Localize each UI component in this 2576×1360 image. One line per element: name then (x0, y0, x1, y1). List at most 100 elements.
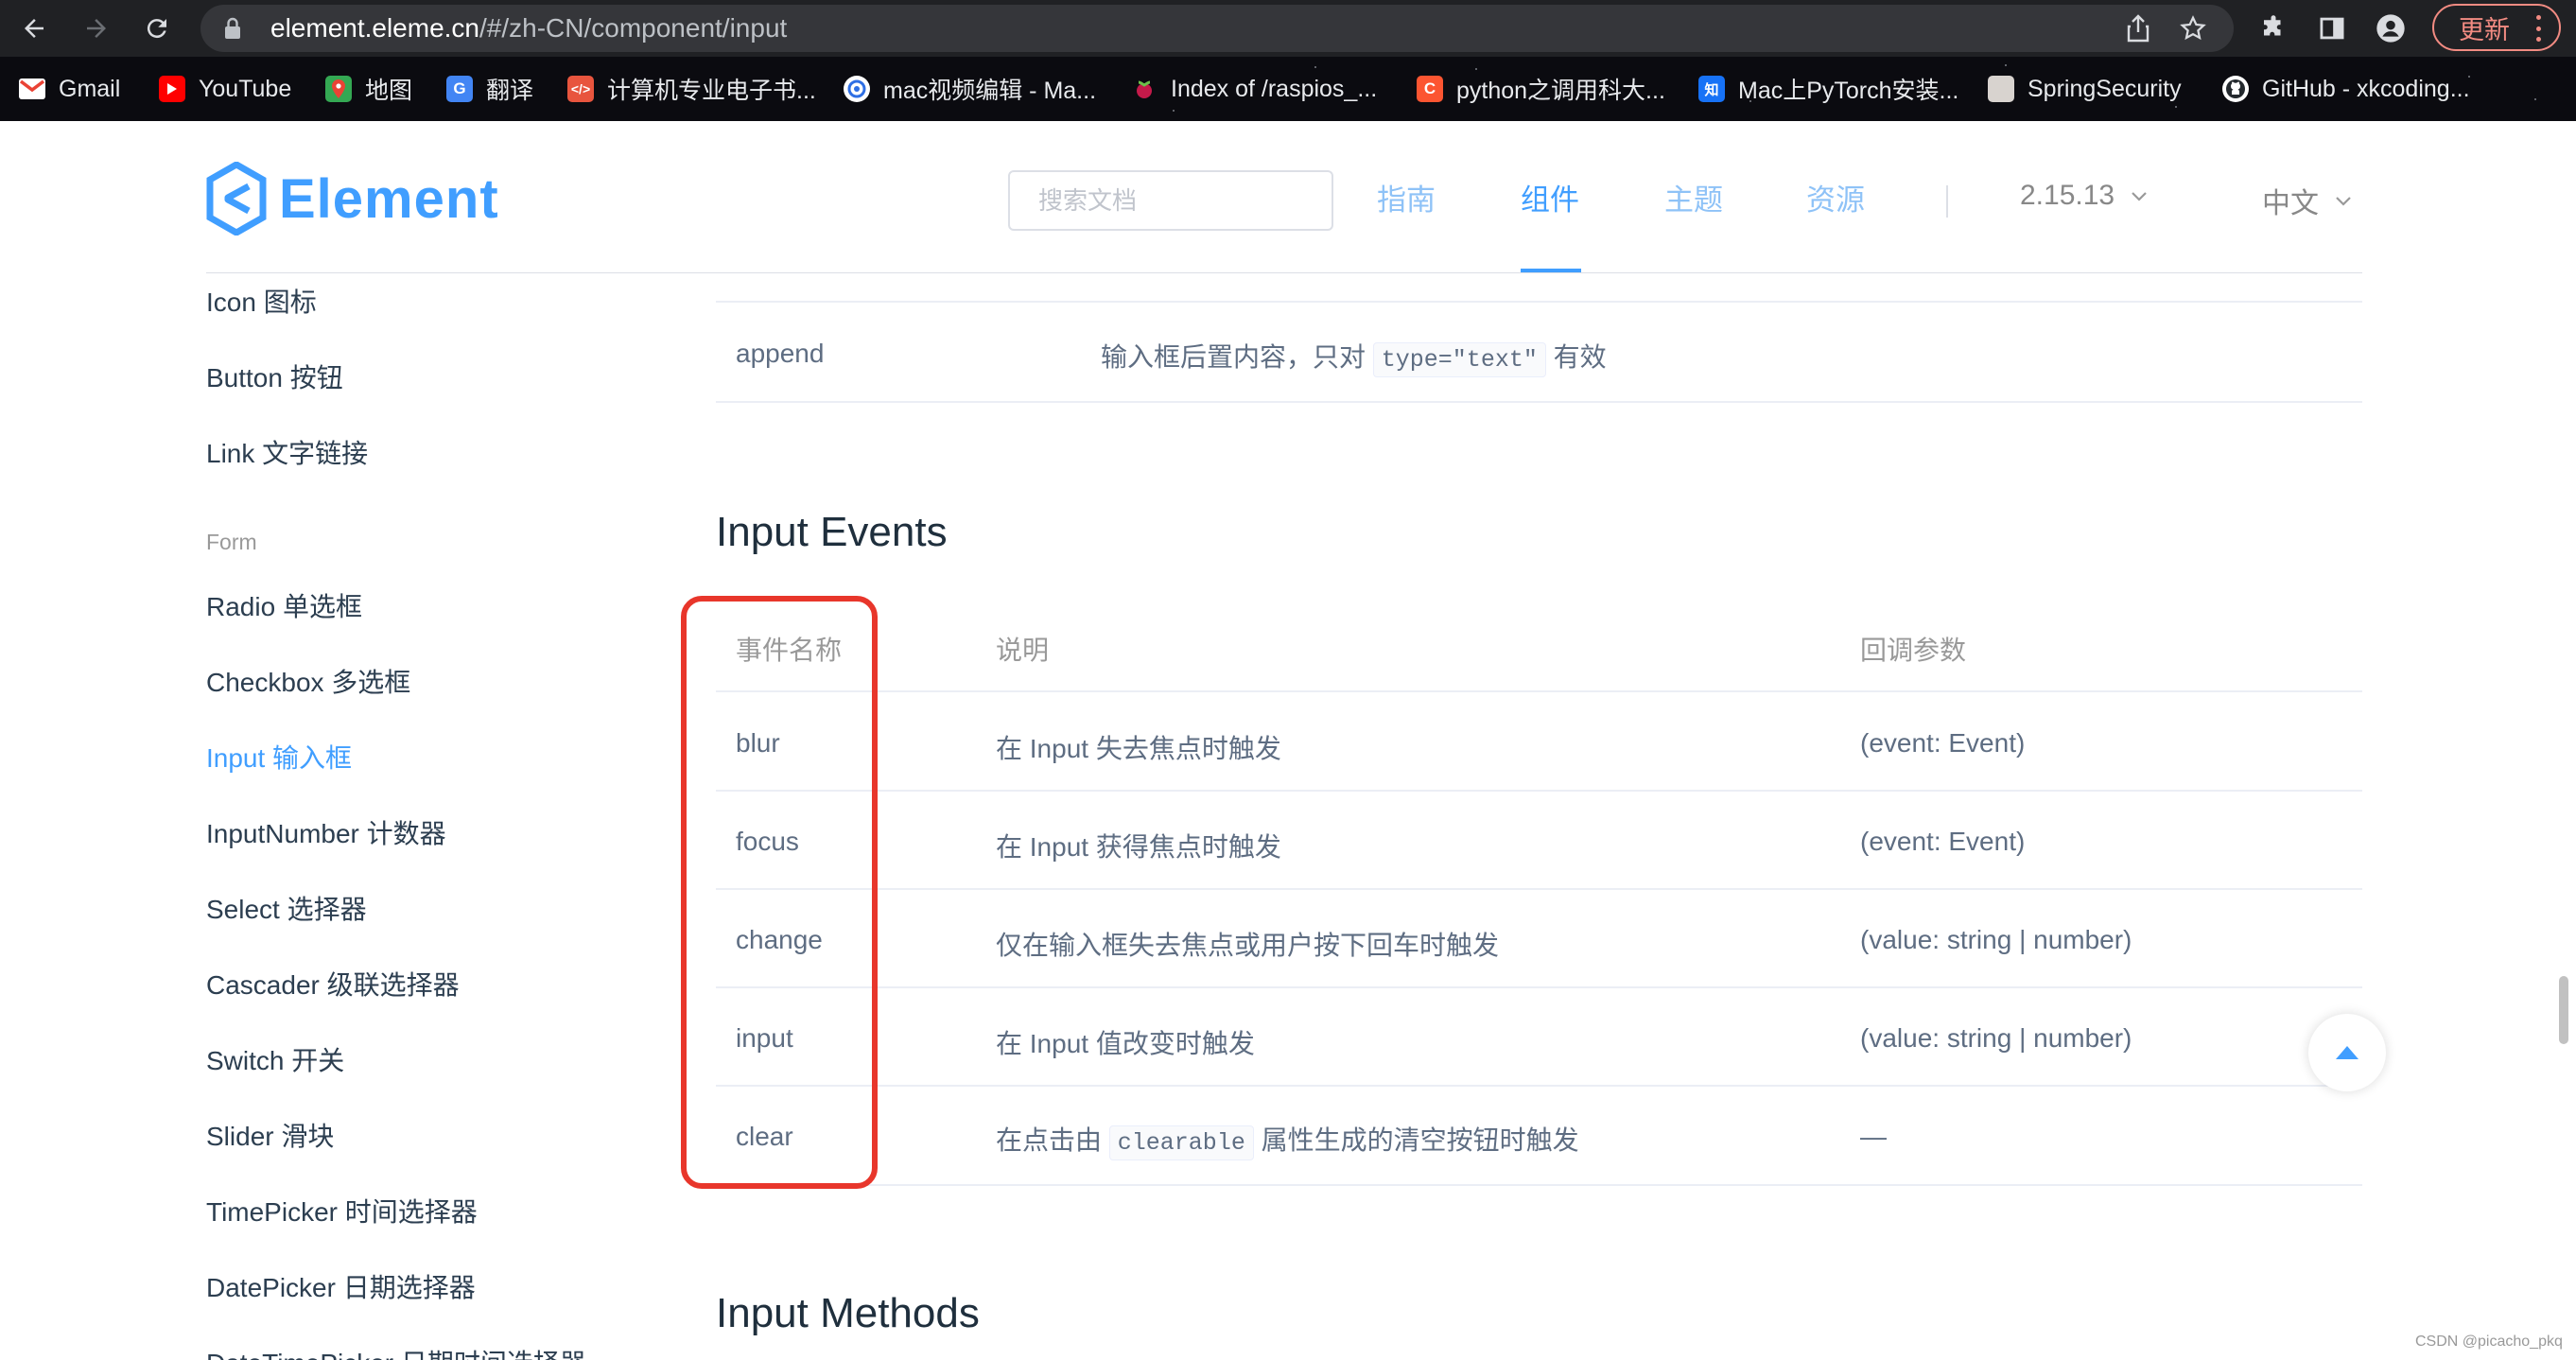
extensions-icon[interactable] (2253, 8, 2294, 49)
sidebar-item-slider[interactable]: Slider 滑块 (206, 1116, 334, 1154)
bookmark-raspios[interactable]: Index of /raspios_... (1131, 72, 1377, 106)
sidebar-item-icon[interactable]: Icon 图标 (206, 282, 317, 320)
forward-icon[interactable] (76, 8, 117, 49)
update-button[interactable]: 更新 (2432, 4, 2561, 51)
bookmark-python[interactable]: C python之调用科大... (1417, 72, 1665, 106)
language-select[interactable]: 中文 (2262, 180, 2353, 221)
reload-icon[interactable] (136, 8, 178, 49)
nav-component[interactable]: 组件 (1521, 176, 1579, 218)
version-label: 2.15.13 (2020, 180, 2115, 211)
nav-resource[interactable]: 资源 (1806, 176, 1865, 218)
sidebar-item-button[interactable]: Button 按钮 (206, 357, 343, 395)
bookmark-label: Mac上PyTorch安装... (1738, 78, 1959, 104)
sidebar-item-inputnumber[interactable]: InputNumber 计数器 (206, 813, 446, 851)
bookmark-label: python之调用科大... (1456, 78, 1665, 104)
back-icon[interactable] (13, 8, 55, 49)
browser-toolbar: element.eleme.cn/#/zh-CN/component/input… (0, 0, 2576, 57)
element-logo[interactable]: Element (205, 161, 499, 236)
chevron-down-icon (2336, 197, 2351, 206)
event-params: (value: string | number) (1860, 925, 2132, 954)
youtube-icon (159, 76, 185, 102)
bookmark-mac-video[interactable]: mac视频编辑 - Ma... (844, 72, 1096, 106)
event-params: — (1860, 1122, 1887, 1151)
page-scrollbar[interactable] (2559, 976, 2568, 1044)
zhihu-icon: 知 (1698, 76, 1725, 102)
sidebar-item-checkbox[interactable]: Checkbox 多选框 (206, 662, 410, 700)
bookmark-label: mac视频编辑 - Ma... (883, 78, 1097, 104)
version-select[interactable]: 2.15.13 (2020, 180, 2149, 212)
url-text: element.eleme.cn/#/zh-CN/component/input (270, 13, 787, 44)
bookmark-star-icon[interactable] (2177, 12, 2209, 44)
share-icon[interactable] (2122, 12, 2154, 44)
globe-icon (844, 76, 870, 102)
bookmark-github[interactable]: GitHub - xkcoding... (2222, 72, 2470, 106)
annotation-highlight-box (681, 596, 878, 1189)
methods-section-title: Input Methods (716, 1290, 980, 1336)
bookmark-label: GitHub - xkcoding... (2262, 75, 2470, 102)
profile-icon[interactable] (2370, 8, 2411, 49)
event-description: 在 Input 失去焦点时触发 (996, 734, 1281, 763)
lock-icon (221, 14, 244, 43)
table-divider (716, 401, 2362, 403)
sidebar-item-timepicker[interactable]: TimePicker 时间选择器 (206, 1192, 478, 1229)
doc-search-input[interactable] (1010, 172, 1332, 229)
url-host: element.eleme.cn (270, 13, 480, 43)
event-desc-text: 属性生成的清空按钮时触发 (1261, 1125, 1579, 1155)
event-description: 在 Input 值改变时触发 (996, 1029, 1255, 1058)
menu-dots-icon[interactable] (2536, 15, 2542, 42)
header-divider (206, 272, 2362, 273)
table-divider (716, 1184, 2362, 1186)
sidebar-item-datetimepicker[interactable]: DateTimePicker 日期时间选择器 (206, 1343, 586, 1360)
sidebar-item-link[interactable]: Link 文字链接 (206, 433, 368, 471)
page-icon (1988, 76, 2014, 102)
sidebar-item-radio[interactable]: Radio 单选框 (206, 586, 362, 624)
language-label: 中文 (2262, 188, 2319, 219)
header-description: 说明 (996, 636, 1050, 665)
bookmark-label: 计算机专业电子书... (607, 78, 816, 104)
doc-search[interactable] (1008, 170, 1333, 231)
update-label: 更新 (2459, 15, 2510, 44)
bookmark-springsecurity[interactable]: SpringSecurity (1988, 72, 2182, 106)
event-description: 在点击由 clearable 属性生成的清空按钮时触发 (996, 1120, 1579, 1160)
sidebar-item-datepicker[interactable]: DatePicker 日期选择器 (206, 1267, 476, 1305)
sidebar-item-switch[interactable]: Switch 开关 (206, 1040, 344, 1078)
bookmark-gmail[interactable]: Gmail (19, 72, 120, 106)
bookmark-ebooks[interactable]: </> 计算机专业电子书... (567, 72, 816, 106)
event-description: 在 Input 获得焦点时触发 (996, 832, 1281, 862)
sidebar-item-cascader[interactable]: Cascader 级联选择器 (206, 965, 460, 1003)
sidebar-item-select[interactable]: Select 选择器 (206, 889, 367, 927)
nav-theme[interactable]: 主题 (1664, 176, 1723, 218)
bookmark-translate[interactable]: G 翻译 (446, 72, 533, 106)
code-icon: </> (567, 76, 594, 102)
table-divider (716, 690, 2362, 692)
bookmarks-bar: Gmail YouTube 地图 G 翻译 </> 计算机专业电子书... ma… (0, 57, 2576, 121)
attr-description: 输入框后置内容，只对 type="text" 有效 (1101, 337, 1607, 377)
sidebar-item-input[interactable]: Input 输入框 (206, 738, 352, 776)
translate-icon: G (446, 76, 473, 102)
event-desc-text: 在点击由 (996, 1125, 1103, 1155)
bookmark-label: 地图 (365, 78, 413, 104)
bookmark-pytorch[interactable]: 知 Mac上PyTorch安装... (1698, 72, 1958, 106)
back-to-top-button[interactable] (2308, 1014, 2386, 1091)
event-params: (event: Event) (1860, 827, 2026, 856)
gmail-icon (19, 76, 45, 102)
nav-guide[interactable]: 指南 (1377, 176, 1436, 218)
table-divider (716, 986, 2362, 988)
url-path: /#/zh-CN/component/input (479, 13, 788, 43)
bookmark-label: SpringSecurity (2028, 75, 2182, 102)
caret-up-icon (2336, 1046, 2358, 1059)
events-section-title: Input Events (716, 509, 948, 555)
table-divider (716, 1085, 2362, 1087)
address-bar[interactable]: element.eleme.cn/#/zh-CN/component/input (200, 5, 2234, 52)
bookmark-label: YouTube (199, 75, 292, 102)
element-logo-icon (206, 162, 267, 235)
table-divider (716, 790, 2362, 792)
logo-text: Element (279, 167, 499, 230)
event-params: (value: string | number) (1860, 1023, 2132, 1053)
side-panel-icon[interactable] (2311, 8, 2353, 49)
bookmark-maps[interactable]: 地图 (325, 72, 412, 106)
github-icon (2222, 76, 2249, 102)
attr-desc-code: type="text" (1372, 342, 1546, 377)
bookmark-youtube[interactable]: YouTube (159, 72, 291, 106)
bookmark-label: Index of /raspios_... (1171, 75, 1378, 102)
